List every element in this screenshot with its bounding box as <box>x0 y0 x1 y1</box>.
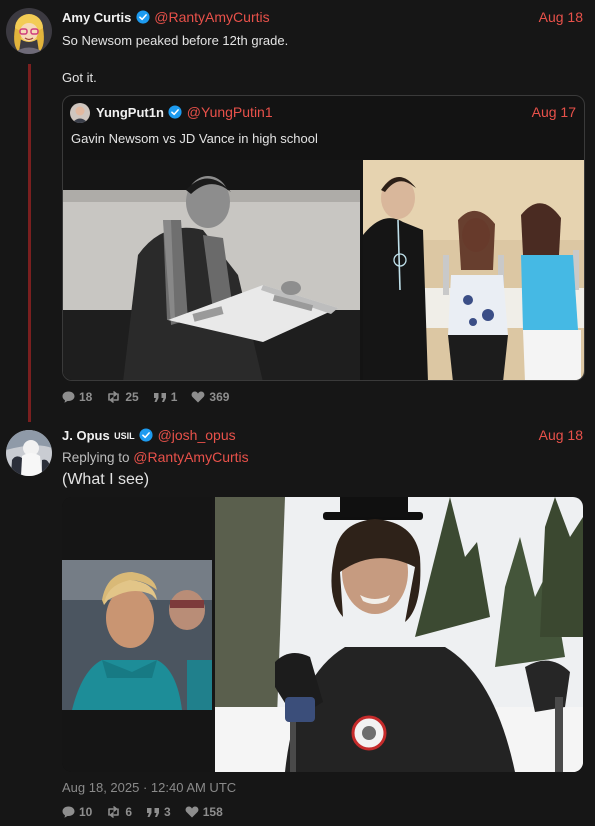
post-text: (What I see) <box>62 471 150 488</box>
like-stat[interactable]: 369 <box>191 390 229 404</box>
heart-icon <box>185 806 199 818</box>
reply-stat[interactable]: 18 <box>62 390 92 404</box>
quote-author-handle[interactable]: @YungPutin1 <box>187 104 273 120</box>
quoted-tweet-card[interactable]: YungPut1n @YungPutin1 Aug 17 Gavin Newso… <box>62 95 585 381</box>
reply-count: 10 <box>79 805 93 819</box>
author-flag: USIL <box>114 431 135 441</box>
repost-icon <box>108 391 120 403</box>
verified-badge-icon <box>168 105 182 119</box>
author-name[interactable]: Amy Curtis <box>62 10 131 25</box>
verified-badge-icon <box>136 10 150 24</box>
quote-icon <box>153 392 166 402</box>
reply-icon <box>62 806 75 818</box>
post1-stats-bar: 18 25 1 369 <box>62 390 229 404</box>
replying-to-handle[interactable]: @RantyAmyCurtis <box>133 449 248 465</box>
like-count: 369 <box>209 390 230 404</box>
repost-icon <box>108 806 120 818</box>
post-text-line: So Newsom peaked before 12th grade. <box>62 33 289 48</box>
heart-icon <box>191 391 205 403</box>
replying-to-prefix: Replying to <box>62 450 134 465</box>
quote-stat[interactable]: 3 <box>146 805 171 819</box>
quote-count: 3 <box>164 805 171 819</box>
repost-stat[interactable]: 6 <box>106 805 132 819</box>
quote-count: 1 <box>170 390 178 404</box>
post-text-line: Got it. <box>62 70 97 85</box>
thread-connector-line <box>28 64 31 422</box>
avatar-amy-curtis[interactable] <box>6 8 52 54</box>
post-timestamp[interactable]: Aug 18, 2025 · 12:40 AM UTC <box>62 780 236 795</box>
post1-header: Amy Curtis @RantyAmyCurtis <box>62 9 270 27</box>
repost-count: 6 <box>125 805 133 819</box>
quote-image-newsom[interactable] <box>63 160 360 380</box>
like-count: 158 <box>202 805 223 819</box>
quote-icon <box>147 807 160 817</box>
reply-stat[interactable]: 10 <box>62 805 92 819</box>
post-image-skier[interactable] <box>62 497 212 772</box>
author-handle[interactable]: @josh_opus <box>158 427 236 443</box>
replying-to-line: Replying to @RantyAmyCurtis <box>62 449 249 465</box>
quote-author-name[interactable]: YungPut1n <box>96 105 164 120</box>
author-name[interactable]: J. Opus <box>62 428 110 443</box>
repost-count: 25 <box>125 390 139 404</box>
like-stat[interactable]: 158 <box>185 805 223 819</box>
verified-badge-icon <box>139 428 153 442</box>
post-date[interactable]: Aug 18 <box>539 427 583 443</box>
quote-stat[interactable]: 1 <box>153 390 178 404</box>
reply-icon <box>62 391 75 403</box>
reply-count: 18 <box>79 390 93 404</box>
author-handle[interactable]: @RantyAmyCurtis <box>154 9 269 25</box>
repost-stat[interactable]: 25 <box>106 390 139 404</box>
post-date[interactable]: Aug 18 <box>539 9 583 25</box>
quote-text: Gavin Newsom vs JD Vance in high school <box>71 131 318 146</box>
avatar-yungput1n[interactable] <box>70 103 90 123</box>
post-image-top-hat[interactable] <box>215 497 583 772</box>
post2-stats-bar: 10 6 3 158 <box>62 805 223 819</box>
quote-image-vance[interactable] <box>363 160 584 380</box>
quote-header: YungPut1n @YungPutin1 <box>96 104 273 122</box>
post2-header: J. Opus USIL @josh_opus <box>62 427 236 445</box>
quote-date[interactable]: Aug 17 <box>532 104 576 120</box>
avatar-j-opus[interactable] <box>6 430 52 476</box>
